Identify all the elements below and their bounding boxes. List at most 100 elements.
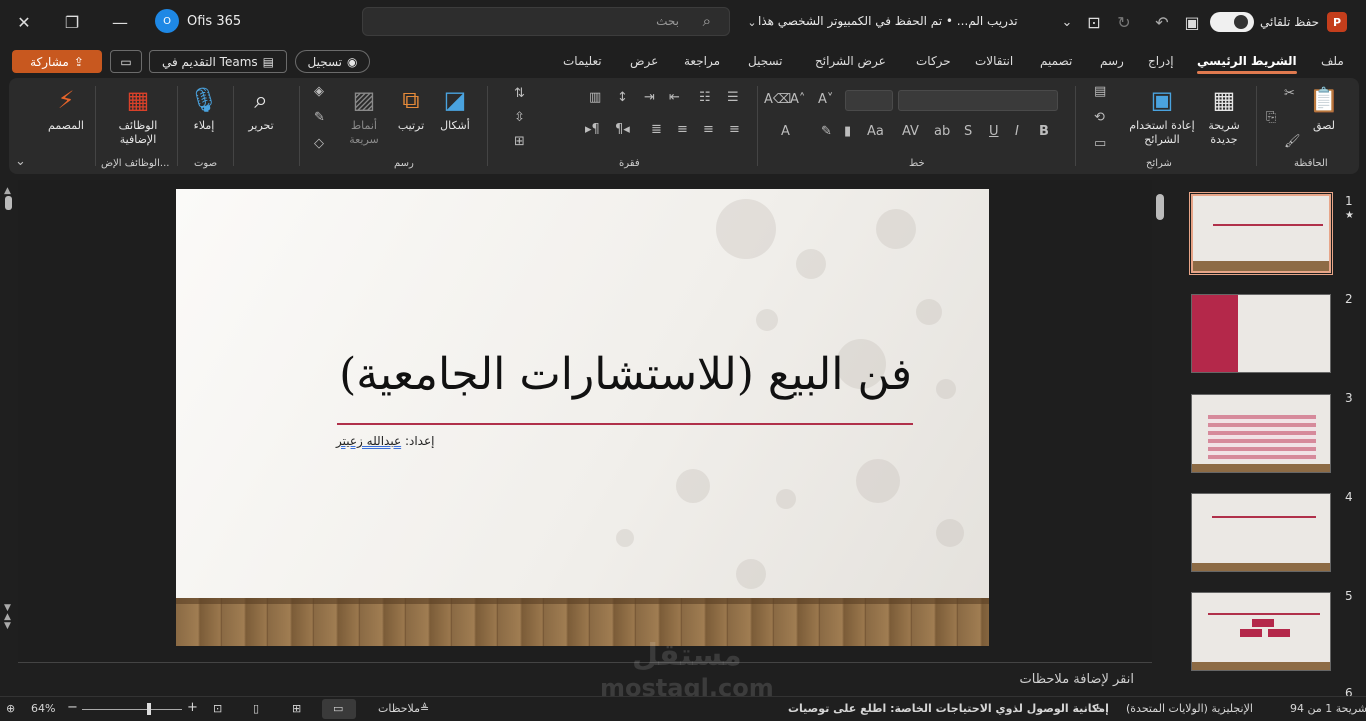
- change-case-icon[interactable]: Aa: [867, 124, 884, 139]
- font-size-select[interactable]: [845, 90, 893, 111]
- slide-thumbnail[interactable]: [1191, 592, 1331, 671]
- slideshow-icon[interactable]: ⊡: [213, 702, 222, 715]
- bold-icon[interactable]: B: [1039, 124, 1049, 139]
- accessibility-status[interactable]: إمكانية الوصول لذوي الاحتياجات الخاصة: ا…: [788, 702, 1109, 715]
- share-button[interactable]: مشاركة ⇪: [12, 50, 102, 73]
- text-direction-icon[interactable]: ⇅: [514, 86, 525, 101]
- save-icon[interactable]: ▣: [1178, 10, 1206, 34]
- tab-insert[interactable]: إدراج: [1148, 54, 1174, 68]
- editing-button[interactable]: ⌕ تحرير: [239, 84, 283, 133]
- restore-icon[interactable]: ❐: [58, 10, 86, 34]
- redo-icon[interactable]: ↻: [1110, 10, 1138, 34]
- shape-outline-icon[interactable]: ✎: [314, 110, 325, 125]
- clear-formatting-icon[interactable]: A⌫: [764, 92, 791, 107]
- tab-help[interactable]: تعليمات: [563, 54, 602, 68]
- scroll-thumb[interactable]: [1156, 194, 1164, 220]
- search-input[interactable]: بحث ⌕: [362, 7, 730, 36]
- zoom-level[interactable]: 64%: [31, 702, 55, 715]
- left-scrollbar[interactable]: ▲ ▼ ▲ ▼: [3, 186, 15, 641]
- document-title[interactable]: تدريب الم... • تم الحفظ في الكمبيوتر الش…: [758, 14, 1018, 28]
- smartart-icon[interactable]: ⊞: [514, 134, 525, 149]
- scroll-up-icon[interactable]: ▲: [4, 186, 11, 196]
- italic-icon[interactable]: I: [1015, 124, 1019, 139]
- arrange-button[interactable]: ⧉ ترتيب: [391, 84, 431, 133]
- shape-fill-icon[interactable]: ◈: [314, 84, 324, 99]
- character-spacing-icon[interactable]: AV: [902, 124, 919, 139]
- highlight-color-icon[interactable]: ✎: [821, 124, 832, 139]
- cut-icon[interactable]: ✂: [1284, 86, 1295, 101]
- quick-styles-button[interactable]: ▨ أنماط سريعة: [341, 84, 387, 147]
- tab-slideshow[interactable]: عرض الشرائح: [815, 54, 886, 68]
- scroll-down-icon[interactable]: ▼ ▲ ▼: [4, 604, 11, 631]
- reuse-slides-button[interactable]: ▣ إعادة استخدام الشرائح: [1129, 84, 1195, 147]
- align-text-icon[interactable]: ⇳: [514, 110, 525, 125]
- format-painter-icon[interactable]: 🖌: [1284, 134, 1301, 149]
- increase-font-icon[interactable]: A˄: [790, 92, 805, 107]
- slide-thumbnail[interactable]: [1191, 493, 1331, 572]
- present-in-teams-button[interactable]: التقديم في Teams ▤: [149, 50, 287, 73]
- account[interactable]: O Ofis 365: [155, 9, 241, 33]
- tab-draw[interactable]: رسم: [1100, 54, 1124, 68]
- slide-title[interactable]: فن البيع (للاستشارات الجامعية): [176, 349, 912, 400]
- decrease-font-icon[interactable]: A˅: [818, 92, 833, 107]
- rtl-icon[interactable]: ¶◂: [615, 122, 630, 137]
- tab-view[interactable]: عرض: [630, 54, 658, 68]
- fit-slide-icon[interactable]: ⊕: [6, 702, 15, 715]
- layout-icon[interactable]: ▤: [1094, 84, 1106, 99]
- numbering-icon[interactable]: ☷: [699, 90, 711, 105]
- comments-button[interactable]: ▭: [110, 50, 142, 73]
- autosave-toggle[interactable]: حفظ تلقائي: [1210, 12, 1319, 32]
- tab-transitions[interactable]: انتقالات: [975, 54, 1013, 68]
- minimize-icon[interactable]: —: [106, 10, 134, 34]
- tab-review[interactable]: مراجعة: [684, 54, 720, 68]
- dictate-button[interactable]: 🎙 إملاء: [183, 84, 225, 133]
- present-icon[interactable]: ⊡: [1080, 10, 1108, 34]
- bullets-icon[interactable]: ☰: [727, 90, 739, 105]
- center-icon[interactable]: ≡: [703, 122, 714, 137]
- designer-button[interactable]: ⚡ المصمم: [43, 84, 89, 133]
- zoom-out-icon[interactable]: −: [67, 700, 78, 715]
- paste-button[interactable]: 📋 لصق: [1299, 84, 1349, 133]
- shapes-button[interactable]: ◪ أشكال: [433, 84, 477, 133]
- tab-record[interactable]: تسجيل: [748, 54, 783, 68]
- decrease-indent-icon[interactable]: ⇤: [669, 90, 680, 105]
- copy-icon[interactable]: ⎘: [1266, 110, 1276, 125]
- record-button[interactable]: تسجيل ◉: [295, 50, 370, 73]
- language-indicator[interactable]: الإنجليزية (الولايات المتحدة): [1126, 702, 1253, 715]
- justify-icon[interactable]: ≣: [651, 122, 662, 137]
- slide-canvas[interactable]: فن البيع (للاستشارات الجامعية) إعداد: عب…: [176, 189, 989, 646]
- editor-scrollbar[interactable]: [1155, 186, 1167, 691]
- tab-file[interactable]: ملف: [1321, 54, 1344, 68]
- reset-icon[interactable]: ⟲: [1094, 110, 1105, 125]
- increase-indent-icon[interactable]: ⇥: [644, 90, 655, 105]
- align-right-icon[interactable]: ≡: [729, 122, 740, 137]
- new-slide-button[interactable]: ▦ شريحة جديدة: [1199, 84, 1249, 147]
- zoom-slider-thumb[interactable]: [147, 703, 151, 715]
- tab-design[interactable]: تصميم: [1040, 54, 1072, 68]
- notes-icon[interactable]: ≜: [420, 702, 429, 715]
- zoom-slider[interactable]: [82, 709, 182, 710]
- reading-view-icon[interactable]: ▯: [253, 702, 259, 715]
- highlight-icon[interactable]: ▮: [844, 124, 851, 139]
- section-icon[interactable]: ▭: [1094, 136, 1106, 151]
- close-icon[interactable]: ✕: [10, 10, 38, 34]
- slide-thumbnail[interactable]: [1189, 192, 1333, 275]
- shape-effects-icon[interactable]: ◇: [314, 136, 324, 151]
- notes-pane[interactable]: انقر لإضافة ملاحظات: [18, 662, 1152, 695]
- columns-icon[interactable]: ▥: [589, 90, 601, 105]
- undo-icon[interactable]: ↶: [1148, 10, 1176, 34]
- shadow-icon[interactable]: S: [964, 124, 972, 139]
- collapse-ribbon-icon[interactable]: ⌄: [15, 154, 26, 169]
- slide-thumbnail[interactable]: [1191, 394, 1331, 473]
- align-left-icon[interactable]: ≡: [677, 122, 688, 137]
- font-name-select[interactable]: [898, 90, 1058, 111]
- slide-sorter-icon[interactable]: ⊞: [292, 702, 301, 715]
- notes-toggle[interactable]: ملاحظات: [378, 702, 420, 715]
- addins-button[interactable]: ▦ الوظائف الإضافية: [105, 84, 171, 147]
- ltr-icon[interactable]: ▸¶: [585, 122, 600, 137]
- line-spacing-icon[interactable]: ↕: [617, 90, 628, 105]
- slide-thumbnail[interactable]: [1191, 294, 1331, 373]
- font-color-icon[interactable]: A: [781, 124, 790, 139]
- underline-icon[interactable]: U: [989, 124, 999, 139]
- tab-home[interactable]: الشريط الرئيسي: [1197, 54, 1297, 74]
